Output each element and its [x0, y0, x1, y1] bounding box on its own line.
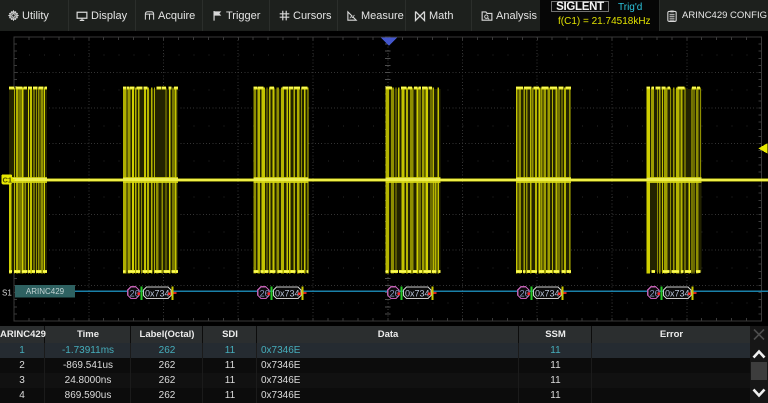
svg-text:0x734: 0x734: [535, 288, 560, 298]
svg-text:0x734: 0x734: [665, 288, 690, 298]
svg-text:C1: C1: [3, 175, 13, 184]
svg-text:S1: S1: [2, 288, 12, 297]
svg-text:ARINC429: ARINC429: [26, 287, 65, 296]
svg-text:0x734: 0x734: [275, 288, 300, 298]
svg-text:0x734: 0x734: [145, 288, 170, 298]
svg-text:0x734: 0x734: [405, 288, 430, 298]
